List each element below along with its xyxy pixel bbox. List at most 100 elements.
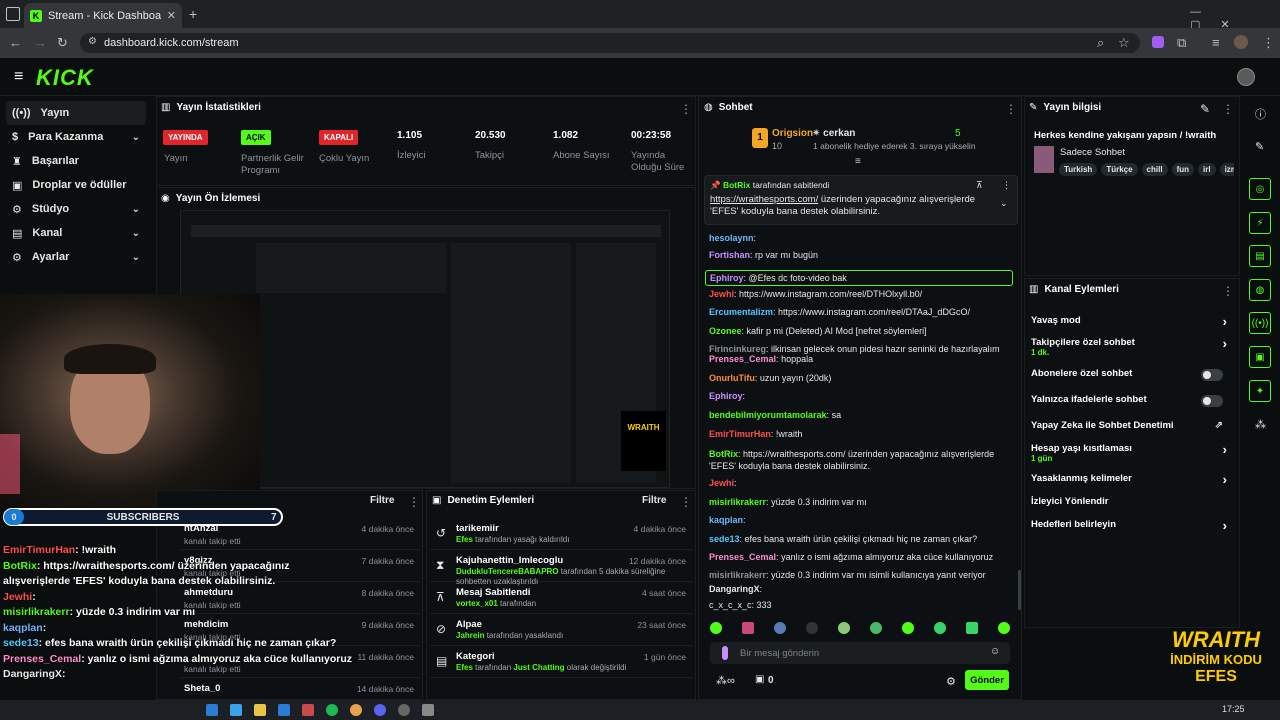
- chat-message[interactable]: Ephiroy: @Efes dc foto-video bak: [705, 270, 1013, 286]
- microphone-icon[interactable]: [722, 646, 728, 660]
- channel-action-item[interactable]: Yalnızca ifadelerle sohbet: [1031, 394, 1227, 412]
- browser-menu-icon[interactable]: ⋮: [1262, 35, 1275, 51]
- toolbar-button-camera[interactable]: ◎: [1249, 178, 1271, 200]
- tab-search-icon[interactable]: [6, 7, 20, 21]
- chat-settings-icon[interactable]: ⚙: [946, 675, 956, 688]
- toolbar-button-notes[interactable]: ▤: [1249, 245, 1271, 267]
- channel-action-item[interactable]: Takipçilere özel sohbet 1 dk. ›: [1031, 336, 1227, 357]
- emote-icon[interactable]: [774, 622, 786, 634]
- expand-icon[interactable]: ≡: [855, 156, 861, 167]
- chat-message[interactable]: EmirTimurHan: !wraith: [709, 429, 1009, 439]
- user-avatar[interactable]: [1237, 68, 1255, 86]
- stats-menu-icon[interactable]: ⋮: [680, 102, 692, 116]
- emote-icon[interactable]: [998, 622, 1010, 634]
- sidebar-item-studyo[interactable]: ⚙ Stüdyo ⌄: [6, 197, 146, 221]
- chat-message[interactable]: BotRix: https://wraithesports.com/ üzeri…: [709, 448, 1009, 472]
- emoji-icon[interactable]: ☺: [990, 646, 1000, 657]
- chat-username[interactable]: hesolaynn: [709, 233, 754, 243]
- tag[interactable]: fun: [1171, 163, 1194, 176]
- chat-message[interactable]: misirlikrakerr: yüzde 0.3 indirim var mı: [709, 497, 1009, 507]
- chat-username[interactable]: Ephiroy: [710, 273, 744, 283]
- chat-username[interactable]: misirlikrakerr: [709, 570, 766, 580]
- chat-message[interactable]: Ercumentalizm: https://www.instagram.com…: [709, 307, 1009, 317]
- info-icon[interactable]: ⓘ: [1255, 106, 1266, 122]
- toolbar-button-broadcast[interactable]: ((•)): [1249, 312, 1271, 334]
- chat-username[interactable]: Ozonee: [709, 326, 742, 336]
- taskbar-app-icon[interactable]: [254, 704, 266, 716]
- toolbar-button-lightning[interactable]: ⚡: [1249, 212, 1271, 234]
- chat-message[interactable]: Ephiroy:: [709, 391, 1009, 401]
- follower-name[interactable]: ahmetduru: [184, 587, 233, 598]
- emote-icon[interactable]: [742, 622, 754, 634]
- send-button[interactable]: Gönder: [965, 670, 1009, 690]
- chat-message[interactable]: hesolaynn:: [709, 233, 1009, 243]
- taskbar-chrome-icon[interactable]: [350, 704, 362, 716]
- moderation-filter-button[interactable]: Filtre: [642, 495, 666, 506]
- channel-action-item[interactable]: Hesap yaşı kısıtlaması 1 gün ›: [1031, 442, 1227, 463]
- top-gifter-name[interactable]: Origsion: [772, 128, 813, 139]
- followers-filter-button[interactable]: Filtre: [370, 495, 394, 506]
- chat-message[interactable]: DangaringX:: [709, 584, 1009, 594]
- toggle-switch[interactable]: [1201, 369, 1223, 381]
- new-tab-icon[interactable]: +: [189, 6, 197, 22]
- chat-username[interactable]: Prenses_Cemal: [709, 354, 776, 364]
- edit-icon[interactable]: ✎: [1200, 102, 1210, 116]
- taskbar-app-icon[interactable]: [398, 704, 410, 716]
- chat-message[interactable]: kaqplan:: [709, 515, 1009, 525]
- reload-icon[interactable]: ↻: [57, 35, 68, 51]
- emote-icon[interactable]: [838, 622, 850, 634]
- chat-message[interactable]: Ozonee: kafir p mi (Deleted) AI Mod [nef…: [709, 326, 1009, 336]
- chat-message[interactable]: bendebilmiyorumtamolarak: sa: [709, 410, 1009, 420]
- site-info-icon[interactable]: ⚙: [88, 36, 97, 47]
- channel-action-item[interactable]: İzleyici Yönlendir: [1031, 496, 1227, 514]
- chat-menu-icon[interactable]: ⋮: [1005, 102, 1017, 116]
- taskbar-app-icon[interactable]: [278, 704, 290, 716]
- emote-icon[interactable]: [966, 622, 978, 634]
- sidebar-item-droplar[interactable]: ▣ Droplar ve ödüller: [6, 173, 146, 197]
- chat-username[interactable]: BotRix: [709, 449, 738, 459]
- sidebar-item-para-kazanma[interactable]: $ Para Kazanma ⌄: [6, 125, 146, 149]
- second-gifter[interactable]: ✷ cerkan: [812, 128, 855, 139]
- taskbar-app-icon[interactable]: [302, 704, 314, 716]
- extension-icon[interactable]: [1152, 36, 1164, 48]
- extensions-puzzle-icon[interactable]: ⧉: [1177, 35, 1186, 51]
- browser-tab[interactable]: K Stream - Kick Dashboard ✕: [24, 3, 182, 28]
- mod-actor[interactable]: Efes: [456, 663, 473, 672]
- tag[interactable]: Türkçe: [1101, 163, 1138, 176]
- pinned-link[interactable]: https://wraithesports.com/: [710, 194, 818, 205]
- unpin-icon[interactable]: ⊼: [976, 180, 983, 191]
- chat-message[interactable]: Prenses_Cemal: yanlız o ismi ağzıma almı…: [709, 552, 1009, 562]
- channel-action-item[interactable]: Yapay Zeka ile Sohbet Denetimi ⇗: [1031, 420, 1227, 438]
- follower-name[interactable]: Sheta_0: [184, 683, 220, 694]
- toggle-switch[interactable]: [1201, 395, 1223, 407]
- chat-username[interactable]: misirlikrakerr: [709, 497, 766, 507]
- forward-arrow-icon[interactable]: →: [34, 35, 47, 50]
- chat-scrollbar[interactable]: [1018, 570, 1021, 610]
- followers-menu-icon[interactable]: ⋮: [408, 495, 420, 509]
- chat-username[interactable]: Prenses_Cemal: [709, 552, 776, 562]
- chat-message[interactable]: OnurluTifu: uzun yayın (20dk): [709, 373, 1009, 383]
- kick-logo[interactable]: KICK: [36, 65, 94, 91]
- sidebar-item-yayin[interactable]: ((•)) Yayın: [6, 101, 146, 125]
- tag[interactable]: chill: [1141, 163, 1168, 176]
- emote-icon[interactable]: [806, 622, 818, 634]
- chat-username[interactable]: Firincinkureg: [709, 344, 766, 354]
- emote-icon[interactable]: [902, 622, 914, 634]
- info-menu-icon[interactable]: ⋮: [1222, 102, 1234, 116]
- emote-bar[interactable]: [710, 622, 1010, 636]
- back-arrow-icon[interactable]: ←: [9, 35, 22, 50]
- tag[interactable]: izm: [1219, 163, 1234, 176]
- chevron-down-icon[interactable]: ⌄: [1000, 198, 1008, 209]
- chat-message[interactable]: Fortishan: rp var mı bugün: [709, 250, 1009, 260]
- chat-username[interactable]: sede13: [709, 534, 740, 544]
- taskbar-app-icon[interactable]: [326, 704, 338, 716]
- toolbar-button-chat[interactable]: ◍: [1249, 279, 1271, 301]
- channel-action-item[interactable]: Abonelere özel sohbet: [1031, 368, 1227, 386]
- pinned-menu-icon[interactable]: ⋮: [1002, 180, 1011, 191]
- chat-username[interactable]: OnurluTifu: [709, 373, 755, 383]
- chat-username[interactable]: Fortishan: [709, 250, 750, 260]
- bookmark-star-icon[interactable]: ☆: [1118, 35, 1130, 51]
- sidebar-item-ayarlar[interactable]: ⚙ Ayarlar ⌄: [6, 245, 146, 269]
- chat-message[interactable]: c_x_c_x_c: 333: [709, 600, 1009, 610]
- chat-message[interactable]: Jewhi:: [709, 478, 1009, 488]
